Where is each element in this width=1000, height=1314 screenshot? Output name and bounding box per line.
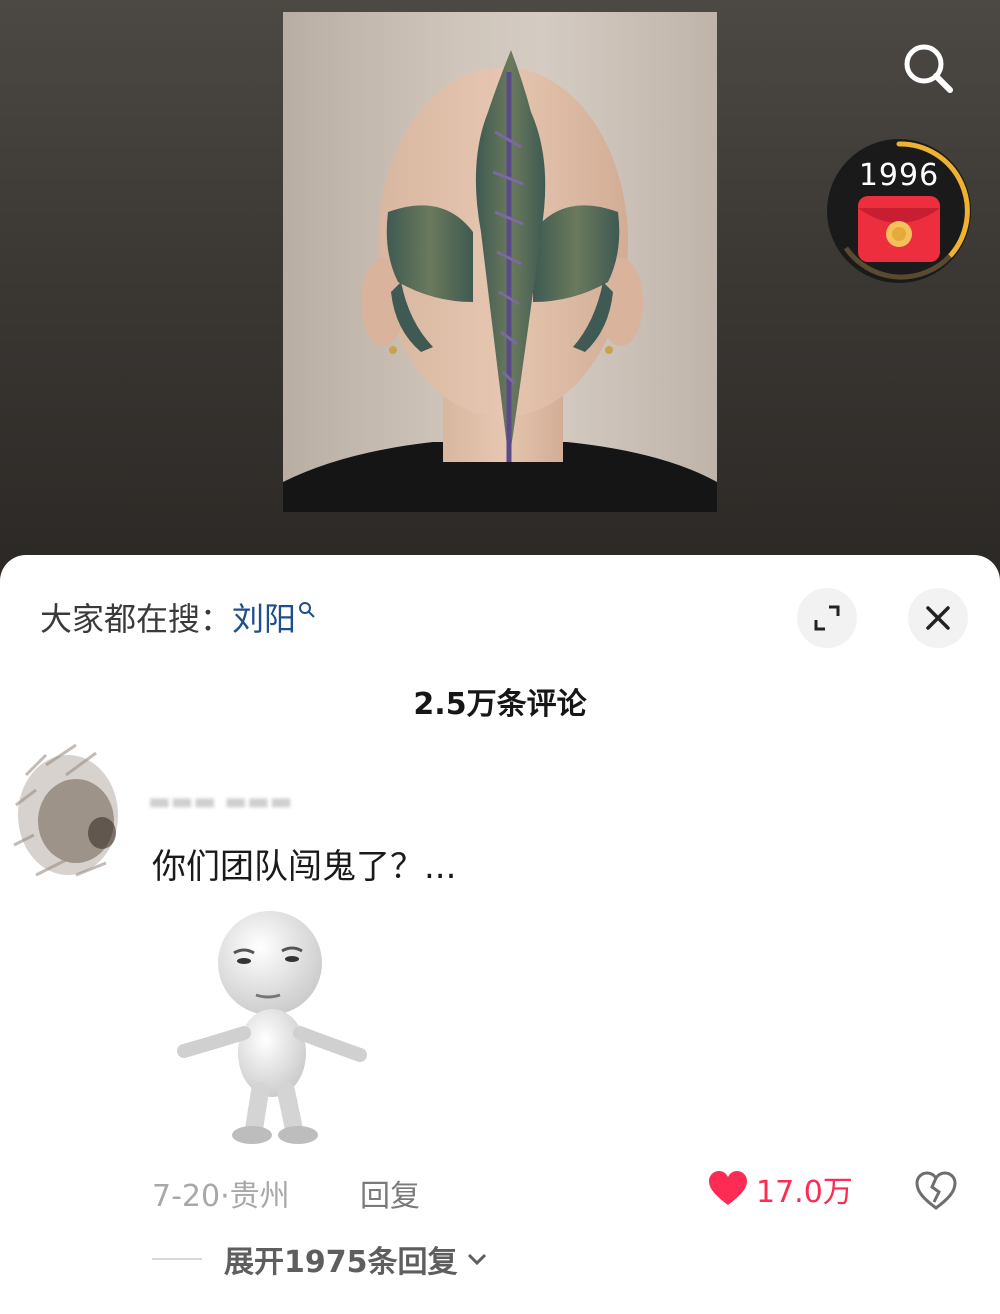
reply-button[interactable]: 回复 [360,1171,420,1215]
video-frame [283,12,717,512]
trending-prefix: 大家都在搜： [40,600,233,638]
search-icon [904,44,953,93]
trending-search-link[interactable]: 刘阳 [232,594,316,640]
video-image [283,50,717,512]
meme-figure-image [177,911,367,1144]
heart-icon [709,1171,747,1205]
divider-line [152,1258,202,1260]
like-count: 17.0万 [756,1175,853,1210]
red-packet-count: 1996 [858,158,940,193]
close-panel-button[interactable] [908,588,968,648]
red-packet-widget[interactable]: 1996 [826,138,972,284]
trending-search-bar: 大家都在搜： 刘阳 [40,595,316,639]
comment-sticker-image[interactable] [152,903,408,1159]
expand-replies-button[interactable]: 展开1975条回复 [152,1239,488,1280]
trending-query: 刘阳 [232,600,297,638]
expand-icon [814,605,840,631]
search-button[interactable] [898,38,958,98]
comment-date-location: 7-20·贵州 [152,1179,290,1214]
like-button[interactable]: 17.0万 [708,1167,853,1211]
username-obscured[interactable]: ▬▬▬ ▬▬▬ [148,787,292,815]
comment-count-title: 2.5万条评论 [413,687,587,722]
small-search-icon [299,602,315,618]
video-player[interactable]: 1996 [0,0,1000,600]
comment-text: 你们团队闯鬼了？... [152,847,457,887]
heart-broken-icon [915,1171,957,1210]
avatar[interactable] [6,735,124,885]
chevron-down-icon [467,1253,486,1266]
comments-panel: 大家都在搜： 刘阳 2.5万条评论 ▬▬▬ ▬▬▬ 你们团队闯鬼了？... 7-… [0,555,1000,1314]
close-icon [926,606,950,630]
expand-replies-label: 展开1975条回复 [224,1245,458,1280]
dislike-button[interactable] [914,1169,958,1213]
expand-panel-button[interactable] [797,588,857,648]
